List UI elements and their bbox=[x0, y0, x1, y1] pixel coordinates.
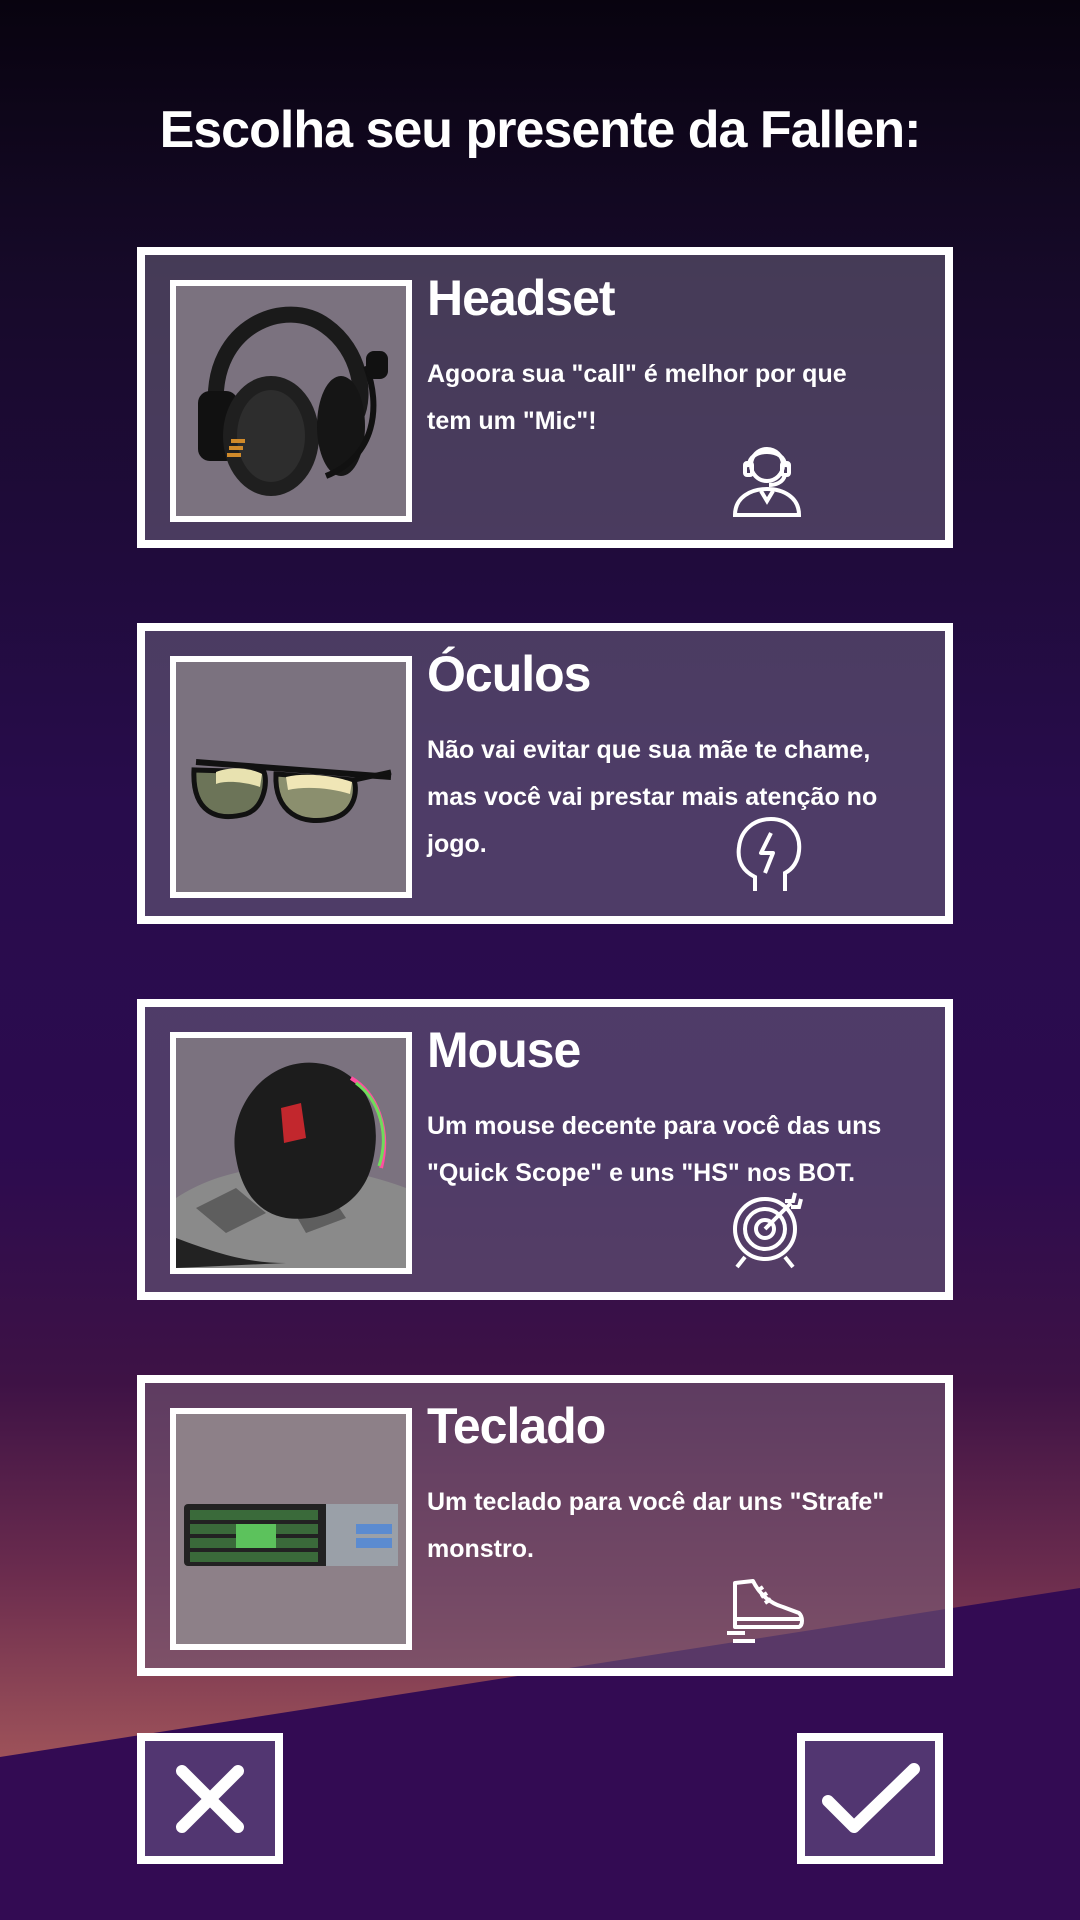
confirm-button[interactable] bbox=[797, 1733, 943, 1864]
glasses-image bbox=[170, 656, 412, 898]
headset-image bbox=[170, 280, 412, 522]
option-card-oculos[interactable]: Óculos Não vai evitar que sua mãe te cha… bbox=[137, 623, 953, 924]
brain-lightning-icon bbox=[725, 811, 809, 895]
option-card-mouse[interactable]: Mouse Um mouse decente para você das uns… bbox=[137, 999, 953, 1300]
option-description: Um teclado para você dar uns "Strafe" mo… bbox=[427, 1488, 885, 1563]
mouse-image bbox=[170, 1032, 412, 1274]
close-icon bbox=[176, 1764, 244, 1833]
option-card-headset[interactable]: Headset Agoora sua "call" é melhor por q… bbox=[137, 247, 953, 548]
option-title: Teclado bbox=[427, 1398, 606, 1454]
check-icon bbox=[822, 1762, 920, 1833]
option-card-teclado[interactable]: Teclado Um teclado para você dar uns "St… bbox=[137, 1375, 953, 1676]
option-description: Agoora sua "call" é melhor por que tem u… bbox=[427, 360, 847, 435]
headset-user-icon bbox=[725, 435, 809, 519]
keyboard-image bbox=[170, 1408, 412, 1650]
option-description: Não vai evitar que sua mãe te chame, mas… bbox=[427, 736, 878, 858]
running-shoe-icon bbox=[725, 1563, 809, 1647]
option-title: Headset bbox=[427, 270, 616, 326]
page-title: Escolha seu presente da Fallen: bbox=[159, 101, 922, 159]
cancel-button[interactable] bbox=[137, 1733, 283, 1864]
option-description: Um mouse decente para você das uns "Quic… bbox=[427, 1112, 882, 1187]
option-title: Mouse bbox=[427, 1022, 581, 1078]
target-icon bbox=[725, 1187, 809, 1271]
option-title: Óculos bbox=[427, 646, 591, 702]
